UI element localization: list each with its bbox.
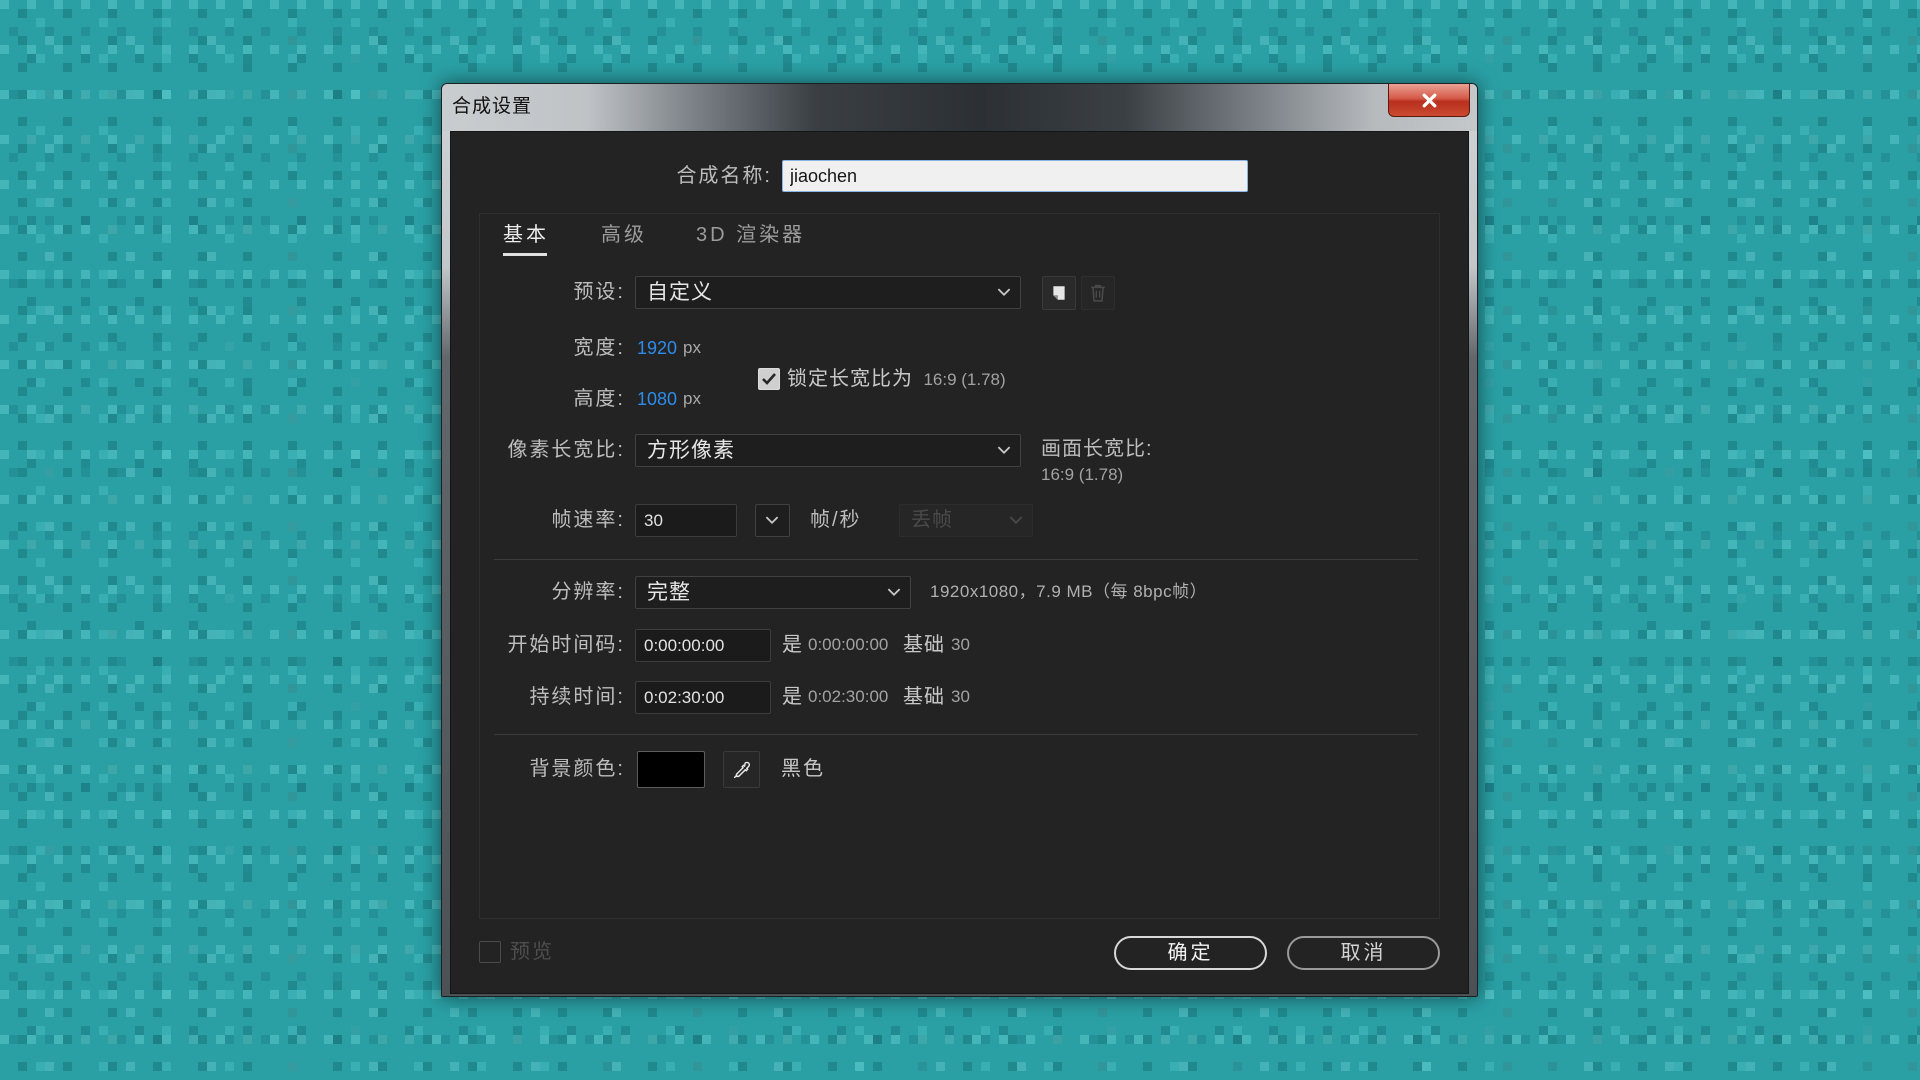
delete-preset-button[interactable] [1081,276,1115,310]
resolution-value: 完整 [647,581,691,604]
preview-label: 预览 [510,941,554,963]
resolution-dropdown[interactable]: 完整 [635,576,911,609]
section-divider [494,559,1418,560]
chevron-down-icon [997,288,1011,297]
window-title: 合成设置 [452,96,533,117]
drop-frame-value: 丢帧 [911,509,953,531]
section-divider [494,734,1418,735]
frame-rate-unit: 帧/秒 [810,509,862,531]
width-unit: px [683,338,701,357]
tab-panel [479,213,1440,919]
cancel-button[interactable]: 取消 [1287,936,1440,970]
frame-aspect-value: 16:9 (1.78) [1041,465,1124,484]
new-preset-icon [1050,284,1068,302]
drop-frame-dropdown[interactable]: 丢帧 [899,504,1033,537]
chevron-down-icon [765,516,779,525]
new-preset-button[interactable] [1042,276,1076,310]
frame-aspect-label: 画面长宽比: [1041,438,1153,460]
title-bar[interactable]: 合成设置 [442,84,1477,131]
composition-name-label: 合成名称: [676,165,772,187]
height-value[interactable]: 1080 [637,386,677,412]
height-unit: px [683,389,701,408]
chevron-down-icon [1009,516,1023,525]
duration-base-label: 基础 [903,686,945,708]
background-color-name: 黑色 [781,758,825,780]
eyedropper-button[interactable] [723,751,760,788]
start-timecode-base-label: 基础 [903,634,945,656]
lock-aspect-checkbox[interactable] [758,368,780,390]
tab-3d-renderer[interactable]: 3D 渲染器 [696,220,805,250]
preset-dropdown[interactable]: 自定义 [635,276,1021,309]
start-timecode-base: 30 [951,635,970,654]
lock-aspect-label: 锁定长宽比为 [787,368,913,390]
frame-rate-input[interactable] [635,504,737,537]
background-color-label: 背景颜色: [529,758,625,780]
start-timecode-equivalent: 0:00:00:00 [808,635,889,654]
tab-advanced[interactable]: 高级 [601,220,647,250]
duration-is: 是 [782,686,803,708]
preset-value: 自定义 [647,281,713,304]
duration-input[interactable] [635,681,771,714]
start-timecode-input[interactable] [635,629,771,662]
trash-icon [1090,284,1106,302]
resolution-label: 分辨率: [551,581,625,603]
lock-aspect-text: 锁定长宽比为 16:9 (1.78) [787,364,1006,394]
close-button[interactable] [1388,84,1470,117]
duration-equivalent: 0:02:30:00 [808,687,889,706]
pixel-aspect-label: 像素长宽比: [507,439,625,461]
pixel-aspect-dropdown[interactable]: 方形像素 [635,434,1021,467]
pixel-aspect-value: 方形像素 [647,439,735,462]
composition-name-input[interactable] [782,160,1248,192]
chevron-down-icon [887,588,901,597]
check-icon [761,372,777,386]
preset-label: 预设: [573,281,625,303]
height-label: 高度: [573,388,625,410]
background-color-swatch[interactable] [637,751,705,788]
width-value[interactable]: 1920 [637,335,677,361]
lock-aspect-ratio: 16:9 (1.78) [923,370,1006,389]
frame-rate-dropdown[interactable] [755,504,790,537]
ok-button[interactable]: 确定 [1114,936,1267,970]
tab-basic[interactable]: 基本 [503,220,549,256]
composition-settings-dialog: 合成设置 合成名称: 基本 高级 3D 渲染器 预设: 自定义 宽度: 1920… [441,83,1478,997]
duration-label: 持续时间: [529,686,625,708]
width-label: 宽度: [573,337,625,359]
resolution-info: 1920x1080，7.9 MB（每 8bpc帧） [930,582,1208,601]
start-timecode-is: 是 [782,634,803,656]
duration-base: 30 [951,687,970,706]
preview-checkbox[interactable] [479,941,501,963]
close-icon [1421,92,1438,109]
chevron-down-icon [997,446,1011,455]
start-timecode-label: 开始时间码: [507,634,625,656]
frame-rate-label: 帧速率: [551,509,625,531]
eyedropper-icon [731,759,753,781]
